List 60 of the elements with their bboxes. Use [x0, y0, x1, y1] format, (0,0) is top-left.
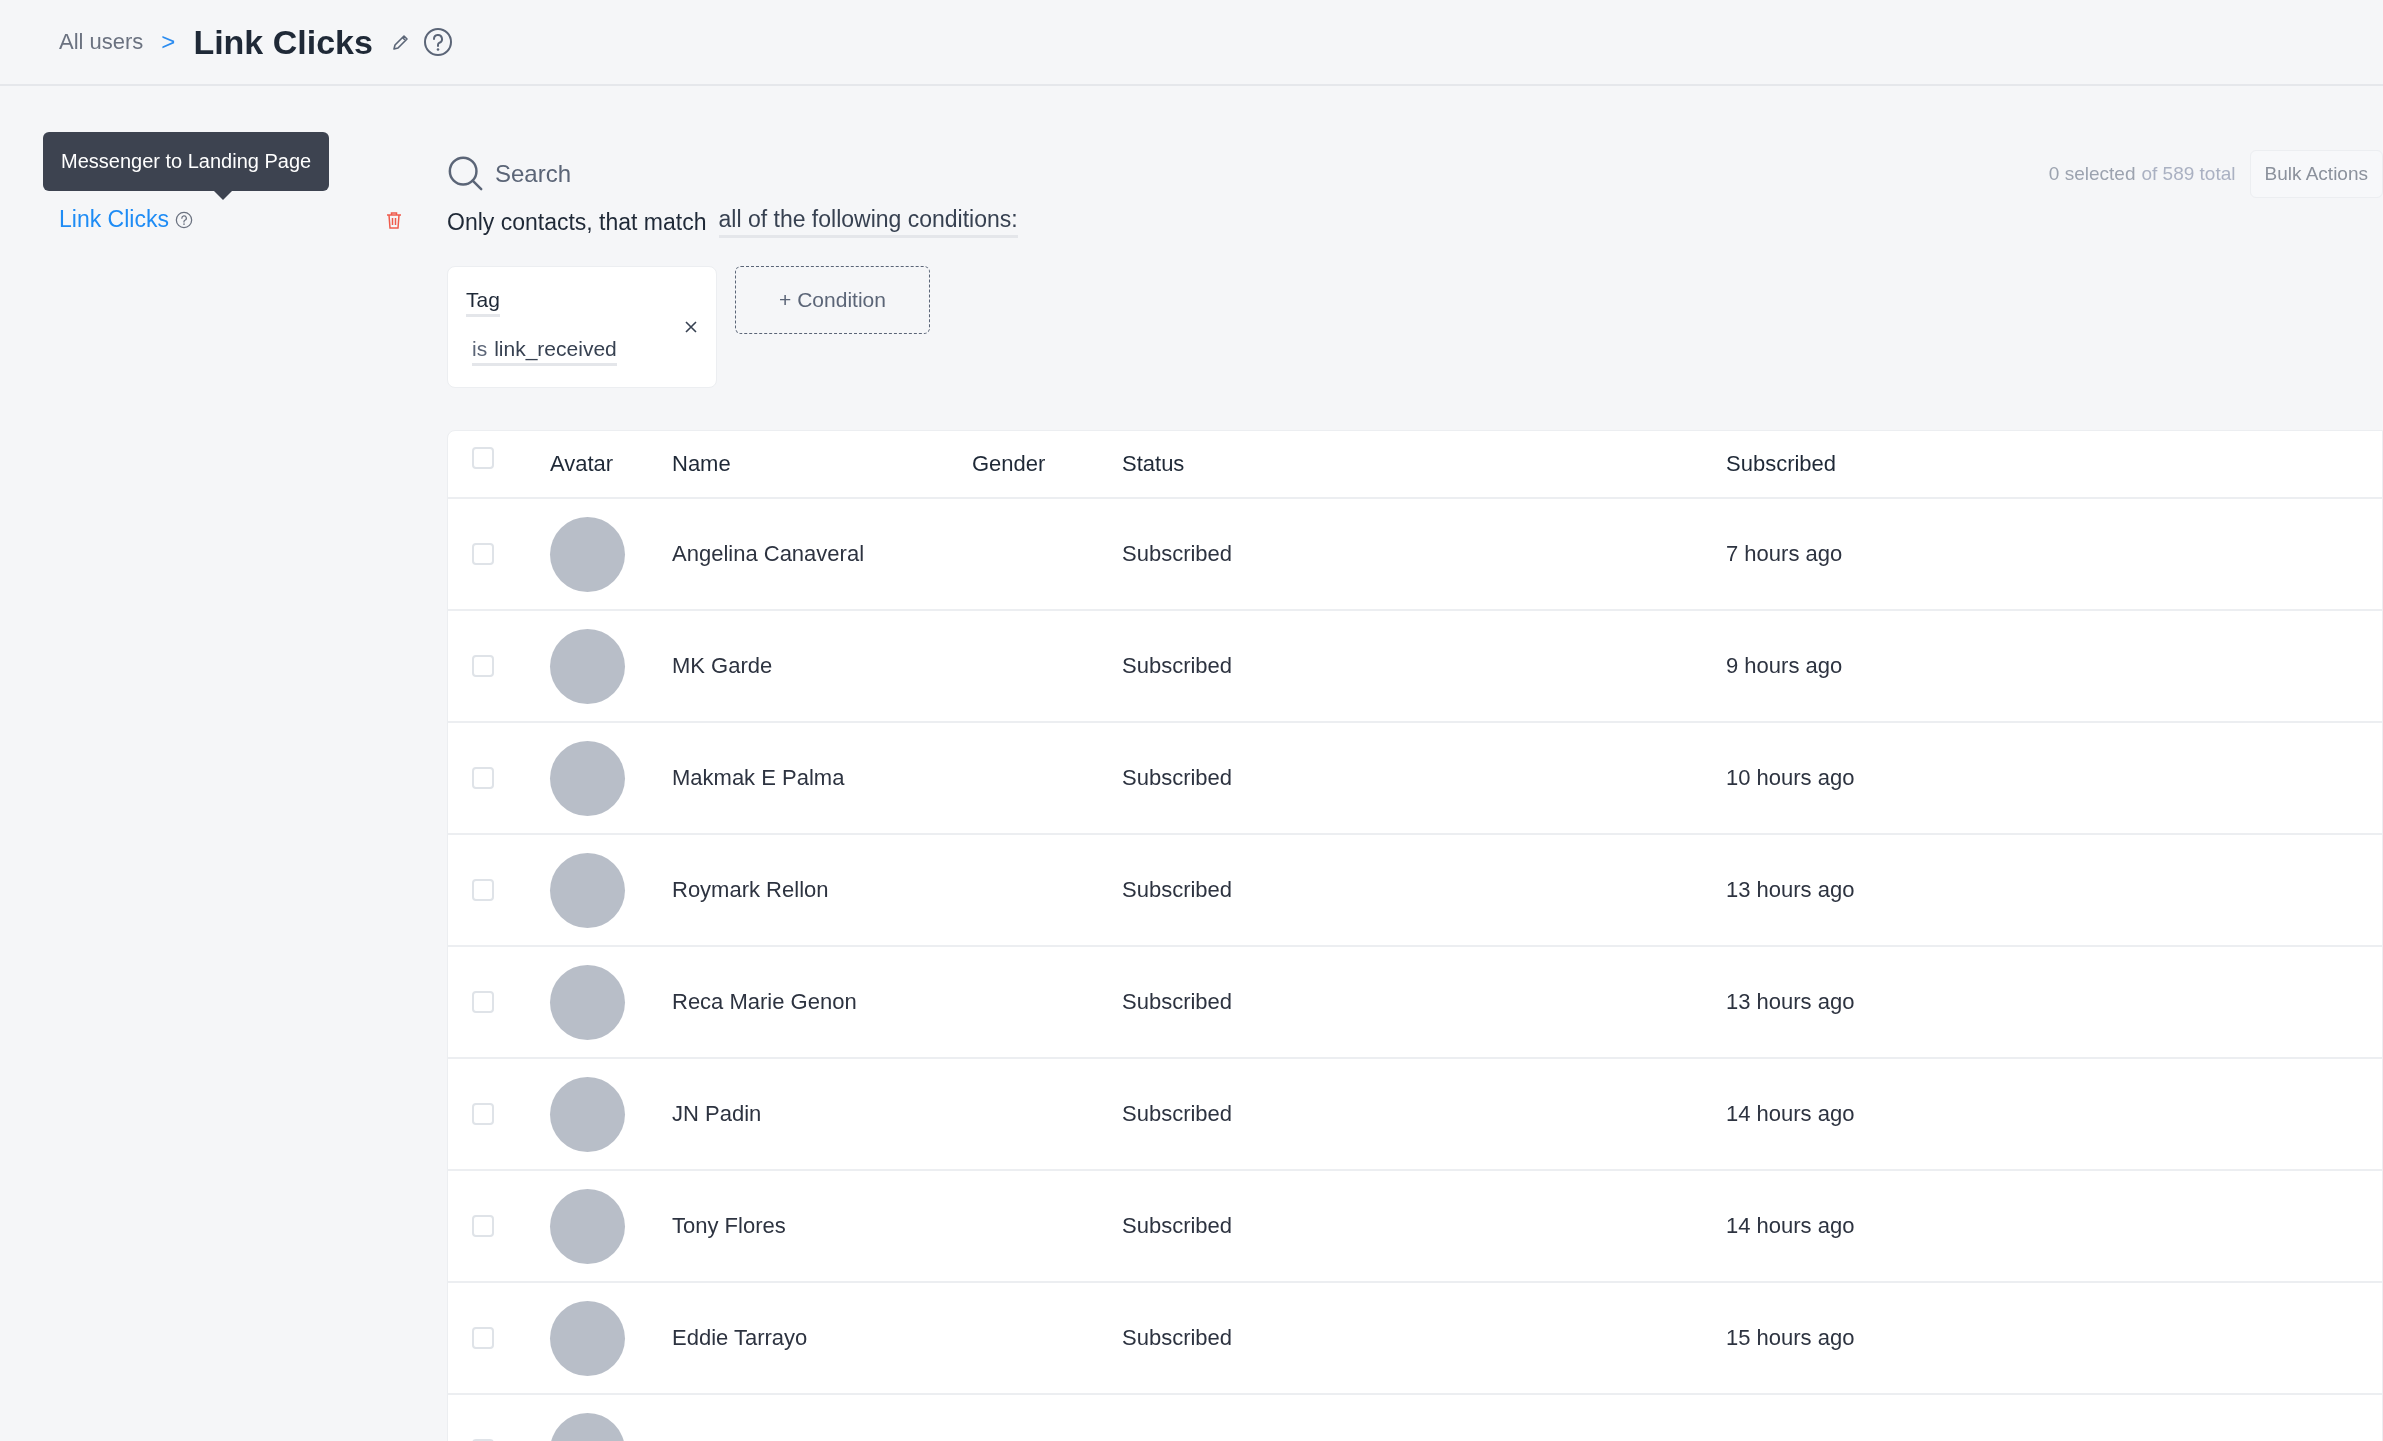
select-all-checkbox[interactable]	[472, 447, 494, 469]
page-title: Link Clicks	[193, 22, 373, 62]
trash-icon[interactable]	[386, 210, 402, 229]
column-header: Name	[672, 451, 732, 477]
selection-count: 0 selected	[2048, 163, 2136, 185]
contact-name: Eddie Tarrayo	[672, 1325, 808, 1350]
help-icon[interactable]	[174, 210, 193, 229]
subscribed-time: 14 hours ago	[1726, 1213, 1855, 1238]
row-checkbox[interactable]	[472, 879, 494, 901]
row-checkbox[interactable]	[472, 767, 494, 789]
subscribed-time: 15 hours ago	[1726, 1325, 1855, 1350]
contact-name: MK Garde	[672, 653, 773, 678]
row-checkbox[interactable]	[472, 1103, 494, 1125]
contact-name: Tony Flores	[672, 1213, 786, 1238]
status-cell: Subscribed	[1122, 541, 1233, 566]
column-header: Subscribed	[1726, 451, 1838, 477]
condition-field[interactable]: Tag	[466, 288, 500, 317]
status-cell: Subscribed	[1122, 1213, 1233, 1238]
add-condition-button[interactable]: + Condition	[735, 266, 930, 334]
contact-name: JN Padin	[672, 1101, 762, 1126]
status-cell: Subscribed	[1122, 765, 1233, 790]
row-checkbox[interactable]	[472, 1327, 494, 1349]
status-cell: Subscribed	[1122, 653, 1233, 678]
subscribed-time: 10 hours ago	[1726, 765, 1855, 790]
contact-name: Makmak E Palma	[672, 765, 845, 790]
status-cell: Subscribed	[1122, 989, 1233, 1014]
condition-operator[interactable]: is	[472, 337, 488, 361]
subscribed-time: 9 hours ago	[1726, 653, 1843, 678]
subscribed-time: 13 hours ago	[1726, 989, 1855, 1014]
breadcrumb-separator: >	[161, 28, 176, 56]
pencil-icon[interactable]	[390, 32, 411, 52]
bulk-actions-button[interactable]: Bulk Actions	[2249, 150, 2383, 198]
row-checkbox[interactable]	[472, 655, 494, 677]
close-icon[interactable]	[684, 320, 698, 334]
condition-value[interactable]: link_received	[494, 337, 617, 361]
subscribed-time: 7 hours ago	[1726, 541, 1843, 566]
status-cell: Subscribed	[1122, 1325, 1233, 1350]
status-cell: Subscribed	[1122, 1101, 1233, 1126]
search-field[interactable]: Search	[493, 159, 797, 189]
subscribed-time: 14 hours ago	[1726, 1101, 1855, 1126]
help-icon[interactable]	[422, 27, 453, 57]
breadcrumb-link[interactable]: All users	[59, 29, 144, 55]
row-checkbox[interactable]	[472, 1215, 494, 1237]
contact-name: Roymark Rellon	[672, 877, 829, 902]
row-checkbox[interactable]	[472, 991, 494, 1013]
column-header: Avatar	[550, 451, 615, 477]
match-label: Only contacts, that match	[447, 208, 707, 236]
match-mode-dropdown[interactable]: all of the following conditions:	[718, 206, 1018, 238]
tooltip-arrow	[214, 191, 232, 200]
segment-link[interactable]: Link Clicks	[59, 206, 169, 233]
search-icon	[447, 155, 485, 193]
tooltip: Messenger to Landing Page	[43, 132, 330, 191]
row-checkbox[interactable]	[472, 543, 494, 565]
subscribed-time: 13 hours ago	[1726, 877, 1855, 902]
column-header: Gender	[972, 451, 1047, 477]
contact-name: Angelina Canaveral	[672, 541, 865, 566]
contact-name: Reca Marie Genon	[672, 989, 857, 1014]
total-count: of 589 total	[2141, 163, 2236, 185]
status-cell: Subscribed	[1122, 877, 1233, 902]
column-header: Status	[1122, 451, 1186, 477]
